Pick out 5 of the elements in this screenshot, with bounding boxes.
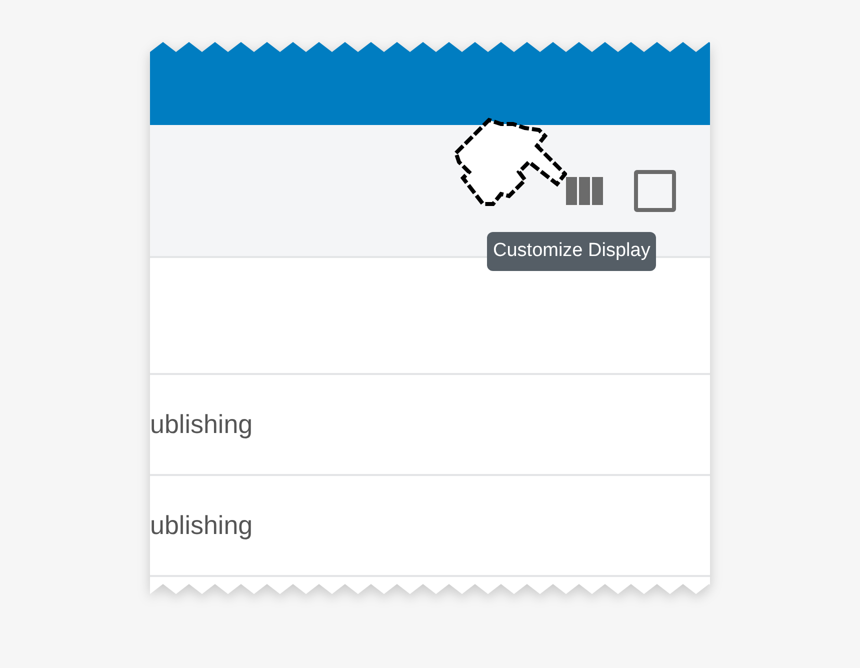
- columns-icon: [566, 176, 602, 204]
- table-cell-text: ublishing: [150, 408, 253, 441]
- table-cell-text: ublishing: [150, 509, 253, 542]
- tooltip: Customize Display: [487, 232, 656, 271]
- fullscreen-button[interactable]: [634, 170, 676, 212]
